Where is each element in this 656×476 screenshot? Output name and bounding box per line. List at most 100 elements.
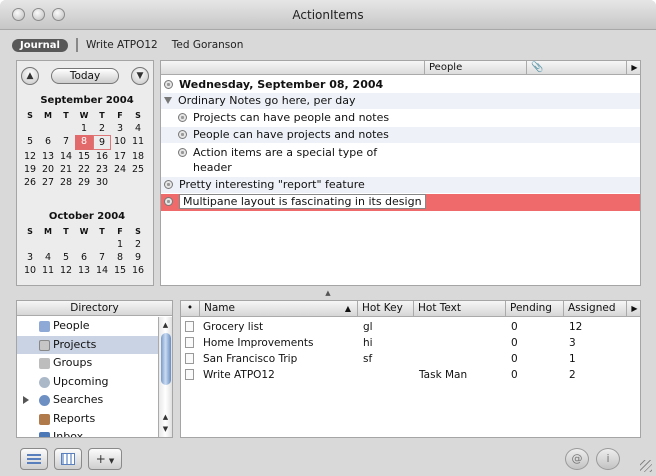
breadcrumb-item[interactable]: Write ATPO12 — [86, 39, 158, 51]
column-menu-icon[interactable]: ▶ — [626, 61, 640, 75]
disclosure-triangle-icon[interactable] — [23, 396, 29, 404]
directory-item-people[interactable]: People — [17, 317, 159, 336]
table-row[interactable]: Grocery list gl 0 12 — [181, 320, 640, 335]
scroll-thumb[interactable] — [161, 333, 171, 385]
calendar-day[interactable]: 9 — [93, 135, 111, 150]
calendar-day[interactable]: 13 — [39, 150, 57, 163]
calendar-day[interactable]: 17 — [111, 150, 129, 163]
calendar-day[interactable]: 23 — [93, 163, 111, 176]
column-menu-icon[interactable]: ▶ — [626, 301, 640, 317]
calendar-empty-cell — [39, 238, 57, 251]
calendar-day[interactable]: 8 — [75, 135, 93, 150]
list-view-button[interactable] — [20, 448, 48, 470]
calendar-day[interactable]: 18 — [129, 150, 147, 163]
calendar-day[interactable]: 4 — [129, 122, 147, 135]
down-arrow-icon[interactable]: ▼ — [131, 67, 149, 85]
outline-row[interactable]: Ordinary Notes go here, per day — [161, 93, 640, 109]
calendar-day[interactable]: 19 — [21, 163, 39, 176]
breadcrumb-item[interactable]: Ted Goranson — [172, 39, 244, 51]
calendar-day[interactable]: 12 — [57, 264, 75, 277]
calendar-day[interactable]: 10 — [21, 264, 39, 277]
hottext-column-header[interactable]: Hot Text — [413, 301, 505, 317]
name-cell: Grocery list — [203, 321, 264, 333]
calendar-day[interactable]: 3 — [111, 122, 129, 135]
calendar-day[interactable]: 28 — [57, 176, 75, 189]
calendar-day[interactable]: 2 — [129, 238, 147, 251]
calendar-day[interactable]: 5 — [57, 251, 75, 264]
calendar-day[interactable]: 3 — [21, 251, 39, 264]
disclosure-triangle-icon[interactable] — [164, 97, 172, 104]
table-row[interactable]: Home Improvements hi 0 3 — [181, 336, 640, 351]
calendar-day[interactable]: 9 — [129, 251, 147, 264]
info-button[interactable]: i — [596, 448, 620, 470]
weekday-label: S — [135, 227, 141, 236]
bullet-column-header[interactable]: • — [181, 301, 199, 317]
directory-item-reports[interactable]: Reports — [17, 410, 159, 429]
calendar-day[interactable]: 30 — [93, 176, 111, 189]
calendar-day[interactable]: 27 — [39, 176, 57, 189]
calendar-view-button[interactable] — [54, 448, 82, 470]
calendar-day[interactable]: 14 — [57, 150, 75, 163]
scroll-up-icon[interactable]: ▲ — [159, 411, 172, 423]
outline-row[interactable]: Projects can have people and notes — [161, 110, 640, 126]
calendar-day[interactable]: 12 — [21, 150, 39, 163]
outline-row[interactable]: People can have projects and notes — [161, 127, 640, 143]
outline-row[interactable]: Wednesday, September 08, 2004 — [161, 77, 640, 93]
directory-item-projects[interactable]: Projects — [17, 335, 159, 354]
paperclip-icon[interactable]: 📎 — [526, 61, 626, 75]
name-column-header[interactable]: Name ▲ — [199, 301, 357, 317]
hotkey-column-header[interactable]: Hot Key — [357, 301, 413, 317]
resize-grip-icon[interactable] — [640, 460, 652, 472]
calendar-day[interactable]: 7 — [57, 135, 75, 150]
outline-row[interactable]: Action items are a special type of — [161, 145, 640, 161]
directory-item-groups[interactable]: Groups — [17, 354, 159, 373]
outline-row[interactable]: Pretty interesting "report" feature — [161, 177, 640, 193]
calendar-day[interactable]: 7 — [93, 251, 111, 264]
calendar-day[interactable]: 2 — [93, 122, 111, 135]
calendar-day[interactable]: 26 — [21, 176, 39, 189]
calendar-day[interactable]: 25 — [129, 163, 147, 176]
outline-row-selected[interactable]: Multipane layout is fascinating in its d… — [161, 194, 640, 211]
calendar-day[interactable]: 16 — [93, 150, 111, 163]
calendar-day[interactable]: 16 — [129, 264, 147, 277]
table-row[interactable]: Write ATPO12 Task Man 0 2 — [181, 368, 640, 383]
calendar-day[interactable]: 14 — [93, 264, 111, 277]
calendar-day[interactable]: 22 — [75, 163, 93, 176]
directory-scrollbar[interactable]: ▲ ▲ ▼ — [158, 317, 172, 437]
outline-row-text[interactable]: Multipane layout is fascinating in its d… — [179, 194, 426, 209]
calendar-day[interactable]: 20 — [39, 163, 57, 176]
scroll-up-icon[interactable]: ▲ — [159, 319, 172, 331]
up-arrow-icon[interactable]: ▲ — [21, 67, 39, 85]
calendar-day[interactable]: 6 — [39, 135, 57, 150]
calendar-day[interactable]: 6 — [75, 251, 93, 264]
calendar-day[interactable]: 21 — [57, 163, 75, 176]
today-button[interactable]: Today — [51, 68, 119, 84]
calendar-day[interactable]: 29 — [75, 176, 93, 189]
calendar-day[interactable]: 11 — [129, 135, 147, 150]
directory-item-searches[interactable]: Searches — [17, 391, 159, 410]
calendar-day[interactable]: 8 — [111, 251, 129, 264]
pending-column-header[interactable]: Pending — [505, 301, 563, 317]
directory-item-upcoming[interactable]: Upcoming — [17, 373, 159, 392]
calendar-day[interactable]: 1 — [75, 122, 93, 135]
calendar-day[interactable]: 24 — [111, 163, 129, 176]
calendar-day[interactable]: 10 — [111, 135, 129, 150]
calendar-day[interactable]: 15 — [111, 264, 129, 277]
breadcrumb-journal[interactable]: Journal — [12, 38, 68, 52]
calendar-panel: ▲ Today ▼ September 2004 S M T W T F S 1 2 3 4 5 6 7 8 9… — [16, 60, 154, 286]
assigned-column-header[interactable]: Assigned — [563, 301, 626, 317]
calendar-day[interactable]: 15 — [75, 150, 93, 163]
outline-row-text: Wednesday, September 08, 2004 — [179, 78, 384, 91]
calendar-day[interactable]: 5 — [21, 135, 39, 150]
people-column-header[interactable]: People — [424, 61, 526, 75]
add-button[interactable]: + ▼ — [88, 448, 122, 470]
at-button[interactable]: @ — [565, 448, 589, 470]
table-row[interactable]: San Francisco Trip sf 0 1 — [181, 352, 640, 367]
calendar-day[interactable]: 4 — [39, 251, 57, 264]
calendar-day[interactable]: 11 — [39, 264, 57, 277]
directory-item-inbox[interactable]: Inbox — [17, 428, 159, 437]
calendar-day[interactable]: 13 — [75, 264, 93, 277]
pane-splitter[interactable]: ▲ — [0, 289, 656, 297]
scroll-down-icon[interactable]: ▼ — [159, 423, 172, 435]
calendar-day[interactable]: 1 — [111, 238, 129, 251]
